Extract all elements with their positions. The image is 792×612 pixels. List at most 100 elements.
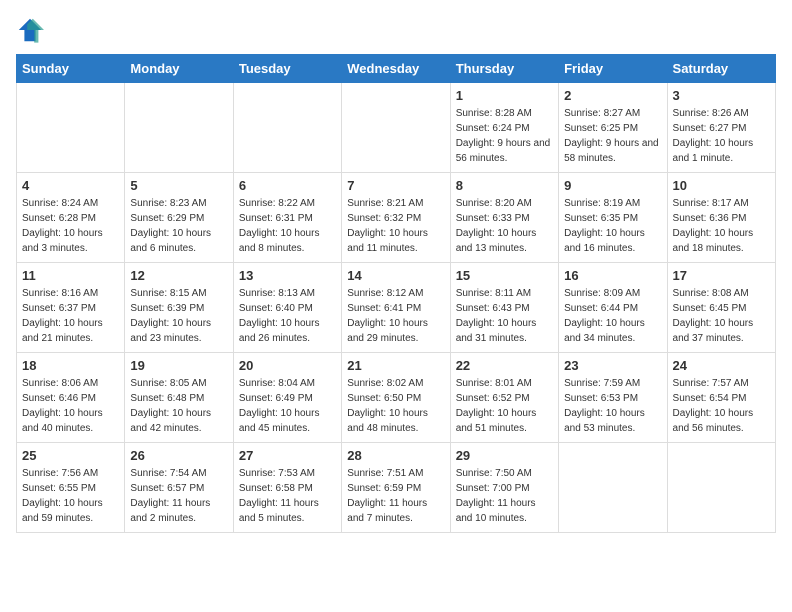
calendar-cell: 26 Sunrise: 7:54 AM Sunset: 6:57 PM Dayli… (125, 443, 233, 533)
calendar-cell: 27 Sunrise: 7:53 AM Sunset: 6:58 PM Dayli… (233, 443, 341, 533)
day-number: 11 (22, 268, 119, 283)
day-info: Sunrise: 7:51 AM Sunset: 6:59 PM Dayligh… (347, 466, 444, 526)
day-info: Sunrise: 8:28 AM Sunset: 6:24 PM Dayligh… (456, 106, 553, 166)
day-number: 2 (564, 88, 661, 103)
day-info: Sunrise: 8:13 AM Sunset: 6:40 PM Dayligh… (239, 286, 336, 346)
day-info: Sunrise: 8:09 AM Sunset: 6:44 PM Dayligh… (564, 286, 661, 346)
day-info: Sunrise: 8:17 AM Sunset: 6:36 PM Dayligh… (673, 196, 770, 256)
calendar-table: SundayMondayTuesdayWednesdayThursdayFrid… (16, 54, 776, 533)
day-info: Sunrise: 7:53 AM Sunset: 6:58 PM Dayligh… (239, 466, 336, 526)
weekday-header-friday: Friday (559, 55, 667, 83)
day-number: 14 (347, 268, 444, 283)
calendar-cell: 11 Sunrise: 8:16 AM Sunset: 6:37 PM Dayli… (17, 263, 125, 353)
day-info: Sunrise: 8:26 AM Sunset: 6:27 PM Dayligh… (673, 106, 770, 166)
day-info: Sunrise: 8:02 AM Sunset: 6:50 PM Dayligh… (347, 376, 444, 436)
calendar-cell: 3 Sunrise: 8:26 AM Sunset: 6:27 PM Daylig… (667, 83, 775, 173)
calendar-cell: 6 Sunrise: 8:22 AM Sunset: 6:31 PM Daylig… (233, 173, 341, 263)
weekday-header-saturday: Saturday (667, 55, 775, 83)
day-number: 5 (130, 178, 227, 193)
day-info: Sunrise: 8:21 AM Sunset: 6:32 PM Dayligh… (347, 196, 444, 256)
calendar-cell (125, 83, 233, 173)
day-number: 24 (673, 358, 770, 373)
day-info: Sunrise: 8:11 AM Sunset: 6:43 PM Dayligh… (456, 286, 553, 346)
day-number: 3 (673, 88, 770, 103)
day-number: 6 (239, 178, 336, 193)
logo (16, 16, 48, 44)
day-number: 28 (347, 448, 444, 463)
calendar-cell: 4 Sunrise: 8:24 AM Sunset: 6:28 PM Daylig… (17, 173, 125, 263)
day-number: 26 (130, 448, 227, 463)
calendar-cell: 17 Sunrise: 8:08 AM Sunset: 6:45 PM Dayli… (667, 263, 775, 353)
day-number: 23 (564, 358, 661, 373)
calendar-cell (559, 443, 667, 533)
calendar-cell: 13 Sunrise: 8:13 AM Sunset: 6:40 PM Dayli… (233, 263, 341, 353)
calendar-cell: 18Sunrise: 8:06 AM Sunset: 6:46 PM Dayli… (17, 353, 125, 443)
day-info: Sunrise: 7:59 AM Sunset: 6:53 PM Dayligh… (564, 376, 661, 436)
day-info: Sunrise: 8:22 AM Sunset: 6:31 PM Dayligh… (239, 196, 336, 256)
day-info: Sunrise: 8:04 AM Sunset: 6:49 PM Dayligh… (239, 376, 336, 436)
calendar-cell (342, 83, 450, 173)
day-info: Sunrise: 8:15 AM Sunset: 6:39 PM Dayligh… (130, 286, 227, 346)
calendar-cell: 9 Sunrise: 8:19 AM Sunset: 6:35 PM Daylig… (559, 173, 667, 263)
calendar-cell: 2 Sunrise: 8:27 AM Sunset: 6:25 PM Daylig… (559, 83, 667, 173)
day-number: 17 (673, 268, 770, 283)
day-info: Sunrise: 8:08 AM Sunset: 6:45 PM Dayligh… (673, 286, 770, 346)
day-number: 1 (456, 88, 553, 103)
day-info: Sunrise: 7:57 AM Sunset: 6:54 PM Dayligh… (673, 376, 770, 436)
day-info: Sunrise: 8:19 AM Sunset: 6:35 PM Dayligh… (564, 196, 661, 256)
day-info: Sunrise: 8:23 AM Sunset: 6:29 PM Dayligh… (130, 196, 227, 256)
day-number: 12 (130, 268, 227, 283)
day-info: Sunrise: 8:27 AM Sunset: 6:25 PM Dayligh… (564, 106, 661, 166)
calendar-cell: 29 Sunrise: 7:50 AM Sunset: 7:00 PM Dayli… (450, 443, 558, 533)
calendar-cell (233, 83, 341, 173)
calendar-cell: 19Sunrise: 8:05 AM Sunset: 6:48 PM Dayli… (125, 353, 233, 443)
day-info: Sunrise: 8:12 AM Sunset: 6:41 PM Dayligh… (347, 286, 444, 346)
calendar-week-5: 25 Sunrise: 7:56 AM Sunset: 6:55 PM Dayli… (17, 443, 776, 533)
day-number: 8 (456, 178, 553, 193)
day-number: 13 (239, 268, 336, 283)
calendar-cell: 20 Sunrise: 8:04 AM Sunset: 6:49 PM Dayli… (233, 353, 341, 443)
calendar-cell: 24 Sunrise: 7:57 AM Sunset: 6:54 PM Dayli… (667, 353, 775, 443)
calendar-week-2: 4 Sunrise: 8:24 AM Sunset: 6:28 PM Daylig… (17, 173, 776, 263)
calendar-cell: 22Sunrise: 8:01 AM Sunset: 6:52 PM Dayli… (450, 353, 558, 443)
day-number: 9 (564, 178, 661, 193)
calendar-cell: 28 Sunrise: 7:51 AM Sunset: 6:59 PM Dayli… (342, 443, 450, 533)
day-info: Sunrise: 8:20 AM Sunset: 6:33 PM Dayligh… (456, 196, 553, 256)
day-info: Sunrise: 8:05 AM Sunset: 6:48 PM Dayligh… (130, 376, 227, 436)
day-number: 20 (239, 358, 336, 373)
calendar-cell (667, 443, 775, 533)
day-number: 27 (239, 448, 336, 463)
day-number: 15 (456, 268, 553, 283)
calendar-cell: 8 Sunrise: 8:20 AM Sunset: 6:33 PM Daylig… (450, 173, 558, 263)
weekday-header-sunday: Sunday (17, 55, 125, 83)
logo-icon (16, 16, 44, 44)
calendar-cell (17, 83, 125, 173)
calendar-cell: 16 Sunrise: 8:09 AM Sunset: 6:44 PM Dayli… (559, 263, 667, 353)
day-info: Sunrise: 8:06 AM Sunset: 6:46 PM Dayligh… (22, 376, 119, 436)
day-info: Sunrise: 7:56 AM Sunset: 6:55 PM Dayligh… (22, 466, 119, 526)
day-number: 21 (347, 358, 444, 373)
day-info: Sunrise: 7:54 AM Sunset: 6:57 PM Dayligh… (130, 466, 227, 526)
weekday-header-wednesday: Wednesday (342, 55, 450, 83)
calendar-week-4: 18Sunrise: 8:06 AM Sunset: 6:46 PM Dayli… (17, 353, 776, 443)
day-number: 29 (456, 448, 553, 463)
calendar-cell: 21 Sunrise: 8:02 AM Sunset: 6:50 PM Dayli… (342, 353, 450, 443)
calendar-cell: 10Sunrise: 8:17 AM Sunset: 6:36 PM Dayli… (667, 173, 775, 263)
weekday-header-tuesday: Tuesday (233, 55, 341, 83)
day-number: 4 (22, 178, 119, 193)
weekday-header-row: SundayMondayTuesdayWednesdayThursdayFrid… (17, 55, 776, 83)
day-number: 22 (456, 358, 553, 373)
day-info: Sunrise: 8:16 AM Sunset: 6:37 PM Dayligh… (22, 286, 119, 346)
weekday-header-monday: Monday (125, 55, 233, 83)
calendar-cell: 12 Sunrise: 8:15 AM Sunset: 6:39 PM Dayli… (125, 263, 233, 353)
day-number: 7 (347, 178, 444, 193)
day-info: Sunrise: 8:24 AM Sunset: 6:28 PM Dayligh… (22, 196, 119, 256)
calendar-cell: 7 Sunrise: 8:21 AM Sunset: 6:32 PM Daylig… (342, 173, 450, 263)
day-number: 16 (564, 268, 661, 283)
calendar-cell: 25 Sunrise: 7:56 AM Sunset: 6:55 PM Dayli… (17, 443, 125, 533)
calendar-cell: 15 Sunrise: 8:11 AM Sunset: 6:43 PM Dayli… (450, 263, 558, 353)
day-number: 25 (22, 448, 119, 463)
calendar-cell: 14 Sunrise: 8:12 AM Sunset: 6:41 PM Dayli… (342, 263, 450, 353)
calendar-cell: 1 Sunrise: 8:28 AM Sunset: 6:24 PM Daylig… (450, 83, 558, 173)
day-info: Sunrise: 7:50 AM Sunset: 7:00 PM Dayligh… (456, 466, 553, 526)
